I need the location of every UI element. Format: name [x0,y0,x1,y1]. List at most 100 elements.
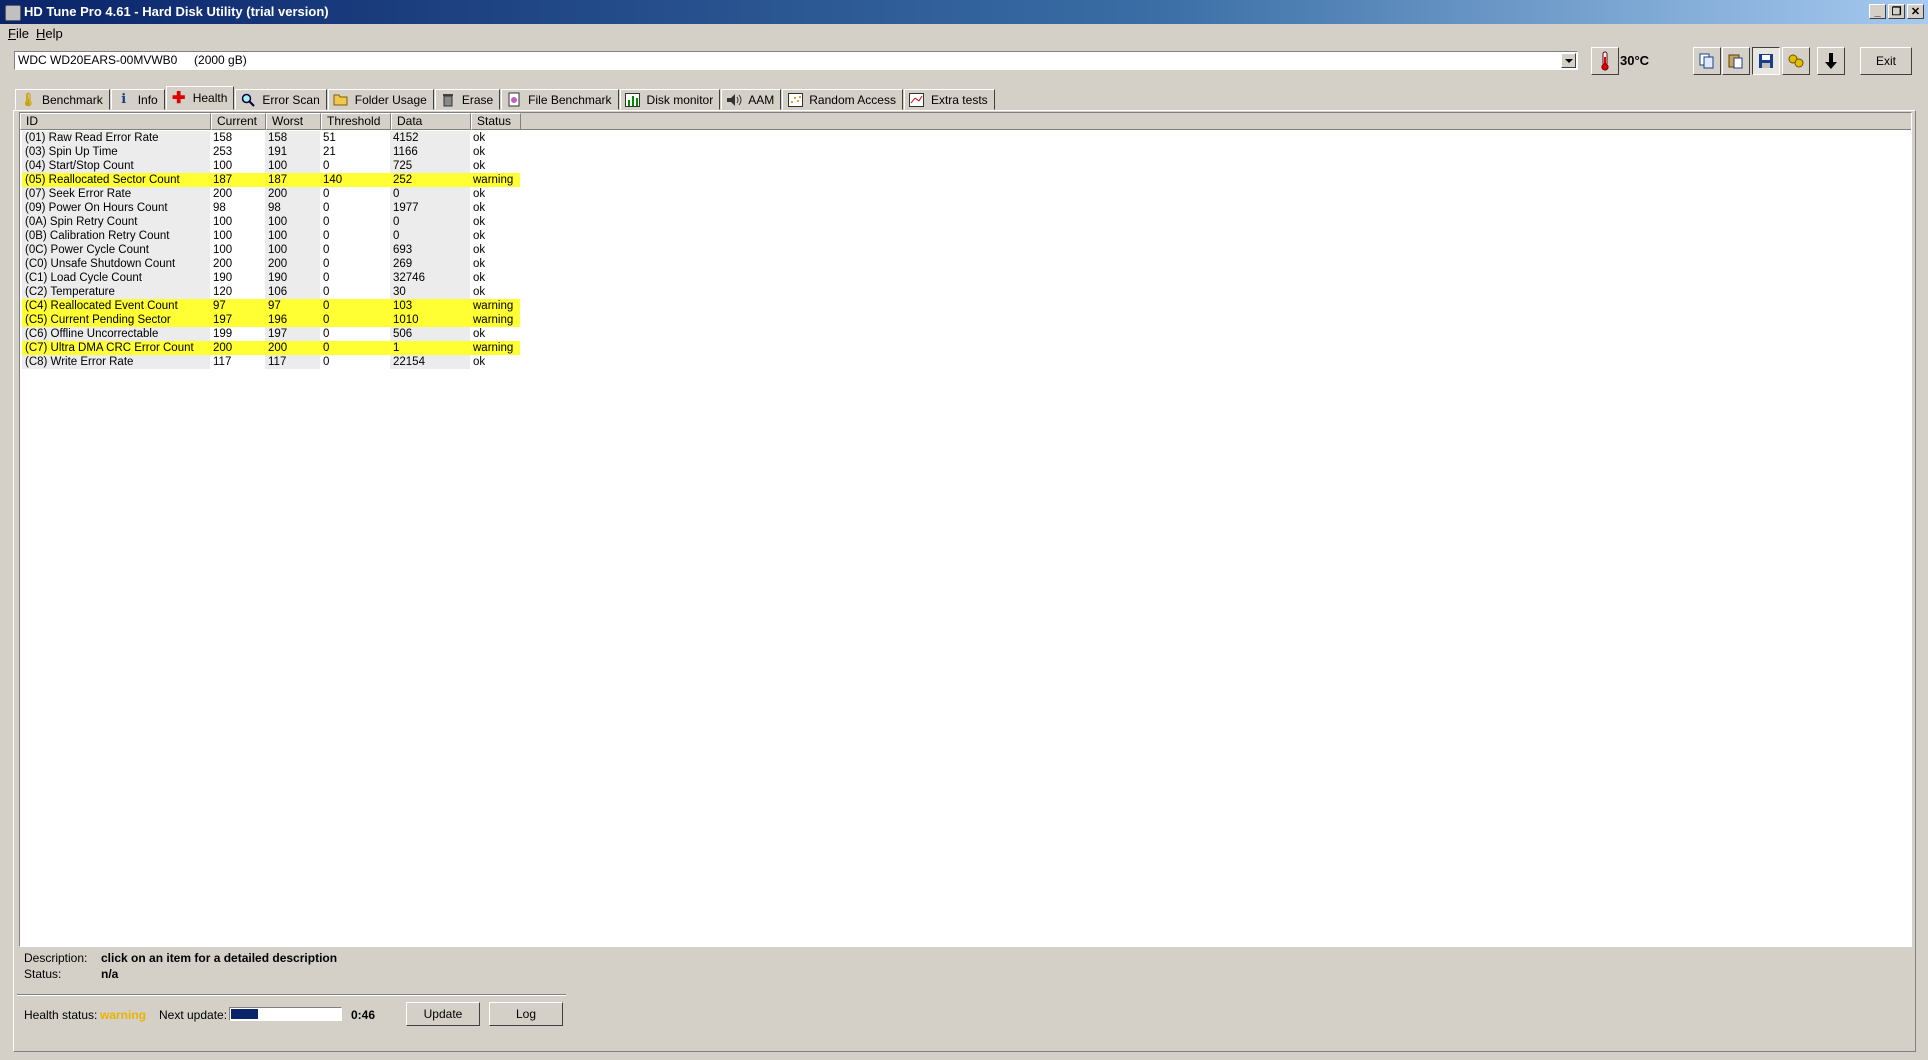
chevron-down-icon[interactable] [1561,53,1576,68]
table-row[interactable]: (0A) Spin Retry Count 100 100 0 0 ok [22,215,520,229]
tab-folder-usage[interactable]: Folder Usage [327,89,434,110]
tab-label: Random Access [809,92,896,107]
tab-label: Erase [461,92,494,107]
minimize-button[interactable]: _ [1869,4,1886,19]
menu-file[interactable]: File [8,26,29,41]
table-row[interactable]: (C6) Offline Uncorrectable 199 197 0 506 ok [22,327,520,341]
cell-threshold: 0 [323,356,330,368]
cell-current: 158 [213,132,233,144]
tab-error-scan[interactable]: Error Scan [235,89,327,110]
download-icon [1825,53,1837,69]
cell-threshold: 0 [323,188,330,200]
update-button[interactable]: Update [406,1002,480,1026]
cell-threshold: 0 [320,341,390,355]
cell-threshold: 0 [323,272,330,284]
tab-info[interactable]: i Info [110,89,165,110]
close-button[interactable]: ✕ [1907,4,1924,19]
tab-random-access[interactable]: Random Access [782,89,903,110]
window-title: HD Tune Pro 4.61 - Hard Disk Utility (tr… [24,4,329,19]
options-button[interactable] [1782,47,1810,75]
next-update-progress [229,1007,342,1021]
save-button[interactable] [1752,47,1780,75]
cell-data: 0 [390,215,470,229]
cell-status: ok [473,258,486,270]
cell-status: ok [473,216,486,228]
cell-id: (C6) Offline Uncorrectable [22,327,210,341]
tab-bar: 🌡 Benchmark i Info ✚ Health Error Scan F… [15,86,996,111]
table-row[interactable]: (0B) Calibration Retry Count 100 100 0 0 ok [22,229,520,243]
temperature-button[interactable] [1591,47,1619,75]
tab-label: Disk monitor [646,92,714,107]
download-button[interactable] [1817,47,1845,75]
cell-worst: 196 [265,313,320,327]
column-header-worst[interactable]: Worst [266,113,321,130]
cell-id: (01) Raw Read Error Rate [22,131,210,145]
status-label: Status: [24,967,62,981]
restore-button[interactable]: ❐ [1888,4,1905,19]
table-row[interactable]: (05) Reallocated Sector Count 187 187 140 25… [22,173,520,187]
progress-fill [231,1009,258,1019]
health-status-value: warning [100,1008,147,1022]
drive-select[interactable]: WDC WD20EARS-00MVWB0 (2000 gB) [14,51,1578,70]
cell-id: (04) Start/Stop Count [22,159,210,173]
table-row[interactable]: (C8) Write Error Rate 117 117 0 22154 ok [22,355,520,369]
tab-label: Info [137,92,158,107]
title-bar: HD Tune Pro 4.61 - Hard Disk Utility (tr… [0,0,1928,24]
cell-id: (C5) Current Pending Sector [22,313,210,327]
table-row[interactable]: (C1) Load Cycle Count 190 190 0 32746 ok [22,271,520,285]
table-row[interactable]: (0C) Power Cycle Count 100 100 0 693 ok [22,243,520,257]
tab-file-benchmark[interactable]: File Benchmark [501,89,619,110]
cell-data: 725 [390,159,470,173]
cell-id: (C8) Write Error Rate [22,355,210,369]
app-icon [5,5,21,21]
folder-icon [333,92,349,108]
column-header-data[interactable]: Data [391,113,471,130]
paste-button[interactable] [1722,47,1750,75]
cell-id: (03) Spin Up Time [22,145,210,159]
column-header-status[interactable]: Status [471,113,521,130]
cell-current: 117 [213,356,232,368]
column-header-threshold[interactable]: Threshold [321,113,391,130]
table-row[interactable]: (C2) Temperature 120 106 0 30 ok [22,285,520,299]
cell-data: 1 [390,341,470,355]
tab-label: Extra tests [930,92,988,107]
speaker-icon [726,92,742,108]
cell-status: ok [473,328,486,340]
table-row[interactable]: (C5) Current Pending Sector 197 196 0 1010 wa… [22,313,520,327]
cell-threshold: 0 [323,160,330,172]
tab-health[interactable]: ✚ Health [165,86,235,110]
cell-status: ok [473,244,486,256]
cell-status: ok [473,146,486,158]
table-row[interactable]: (C4) Reallocated Event Count 97 97 0 103 warn… [22,299,520,313]
cell-current: 97 [210,299,265,313]
cell-threshold: 21 [323,146,336,158]
separator [17,994,566,996]
cell-worst: 100 [265,215,320,229]
health-status-label: Health status: [24,1008,98,1022]
tab-label: Folder Usage [354,92,427,107]
tab-extra-tests[interactable]: Extra tests [903,89,995,110]
cell-data: 4152 [390,131,470,145]
smart-table[interactable]: ID Current Worst Threshold Data Status (… [19,112,1912,947]
table-row[interactable]: (07) Seek Error Rate 200 200 0 0 ok [22,187,520,201]
table-row[interactable]: (01) Raw Read Error Rate 158 158 51 4152 ok [22,131,520,145]
table-row[interactable]: (03) Spin Up Time 253 191 21 1166 ok [22,145,520,159]
tab-benchmark[interactable]: 🌡 Benchmark [15,89,110,110]
column-header-current[interactable]: Current [211,113,266,130]
log-button[interactable]: Log [489,1002,563,1026]
menu-help[interactable]: Help [36,26,63,41]
cell-data: 22154 [390,355,470,369]
cell-current: 200 [213,258,233,270]
column-header-id[interactable]: ID [20,113,211,130]
exit-button[interactable]: Exit [1860,47,1912,75]
table-row[interactable]: (09) Power On Hours Count 98 98 0 1977 ok [22,201,520,215]
tab-disk-monitor[interactable]: Disk monitor [619,89,721,110]
table-row[interactable]: (C7) Ultra DMA CRC Error Count 200 200 0 1 wa… [22,341,520,355]
tab-aam[interactable]: AAM [721,89,782,110]
copy-button[interactable] [1693,47,1721,75]
cell-status: ok [473,132,486,144]
table-row[interactable]: (04) Start/Stop Count 100 100 0 725 ok [22,159,520,173]
table-row[interactable]: (C0) Unsafe Shutdown Count 200 200 0 269 ok [22,257,520,271]
tab-erase[interactable]: Erase [434,89,501,110]
cell-data: 32746 [390,271,470,285]
